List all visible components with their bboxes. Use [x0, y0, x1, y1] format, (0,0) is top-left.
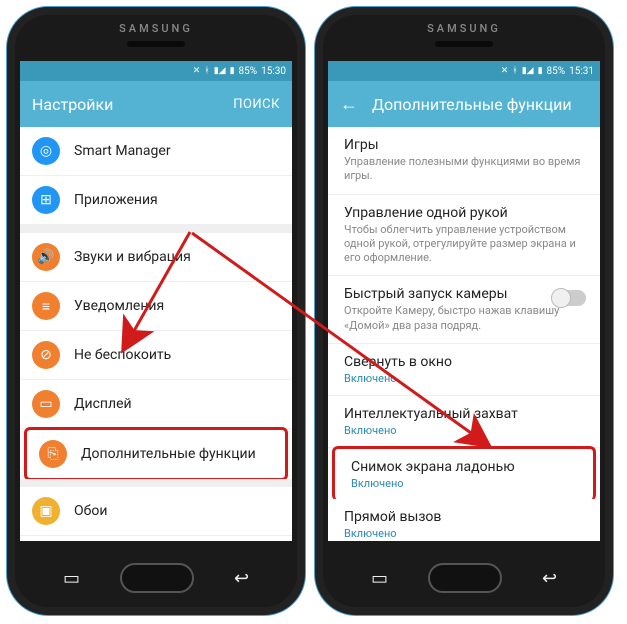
feature-item[interactable]: Интеллектуальный захват Включено	[328, 396, 600, 448]
feature-item[interactable]: Прямой вызов Включено	[328, 499, 600, 541]
status-bar: ✕ ᚼ ▮◢ ▮ 85% 15:31	[328, 61, 600, 81]
battery-icon: ▮	[538, 66, 543, 76]
settings-item-label: Приложения	[74, 192, 158, 208]
settings-item-label: Дополнительные функции	[81, 446, 256, 462]
settings-item[interactable]: ⎘ Дополнительные функции	[24, 427, 288, 481]
top-hardware: SAMSUNG	[315, 7, 613, 61]
battery-pct: 85%	[239, 66, 258, 77]
settings-item-label: Дисплей	[74, 396, 132, 412]
feature-description: Управление полезными функциями во время …	[344, 155, 584, 184]
status-bar: ✕ ᚼ ▮◢ ▮ 85% 15:30	[20, 61, 292, 81]
toggle-switch[interactable]	[552, 290, 586, 306]
category-icon: ⊞	[32, 186, 60, 214]
feature-title: Игры	[344, 137, 584, 153]
brand-label: SAMSUNG	[427, 22, 501, 35]
settings-item[interactable]: ◧Темы	[20, 536, 292, 541]
feature-description: Чтобы облегчить управление устройством о…	[344, 223, 584, 266]
clock: 15:30	[261, 66, 286, 77]
feature-title: Свернуть в окно	[344, 354, 584, 370]
speaker-grille	[435, 41, 493, 47]
feature-status: Включено	[344, 527, 584, 540]
recents-button[interactable]: ▭	[63, 568, 80, 589]
feature-item[interactable]: Свернуть в окно Включено	[328, 344, 600, 396]
home-button[interactable]	[428, 563, 502, 593]
feature-description: Откройте Камеру, быстро нажав клавишу «Д…	[344, 304, 584, 333]
feature-title: Интеллектуальный захват	[344, 406, 584, 422]
feature-status: Включено	[344, 424, 584, 437]
bluetooth-icon: ᚼ	[512, 66, 517, 76]
settings-item-label: Не беспокоить	[74, 347, 171, 363]
settings-list[interactable]: ◎ Smart Manager ⊞ Приложения 🔊 Звуки и вибрац…	[20, 127, 292, 541]
category-icon: 🔊	[32, 243, 60, 271]
page-title: Настройки	[32, 95, 233, 114]
clock: 15:31	[569, 66, 594, 77]
feature-title: Снимок экрана ладонью	[351, 459, 577, 475]
feature-item[interactable]: Игры Управление полезными функциями во вр…	[328, 127, 600, 195]
screen-right: ✕ ᚼ ▮◢ ▮ 85% 15:31 ← Дополнительные функ…	[328, 61, 600, 541]
category-icon: ⎘	[39, 440, 67, 468]
category-icon: ◎	[32, 137, 60, 165]
back-button[interactable]: ↩	[542, 568, 557, 589]
phone-right: SAMSUNG ✕ ᚼ ▮◢ ▮ 85% 15:31 ← Дополнитель…	[314, 6, 614, 616]
phone-left: SAMSUNG ✕ ᚼ ▮◢ ▮ 85% 15:30 Настройки ПОИ…	[6, 6, 306, 616]
category-icon: ▣	[32, 497, 60, 525]
category-icon: ⊘	[32, 341, 60, 369]
battery-pct: 85%	[547, 66, 566, 77]
brand-label: SAMSUNG	[119, 22, 193, 35]
feature-item[interactable]: Снимок экрана ладонью Включено	[332, 446, 596, 501]
feature-item[interactable]: Управление одной рукой Чтобы облегчить уп…	[328, 195, 600, 277]
settings-item[interactable]: ⊞ Приложения	[20, 176, 292, 225]
category-icon: ▭	[32, 390, 60, 418]
feature-title: Управление одной рукой	[344, 205, 584, 221]
feature-list[interactable]: Игры Управление полезными функциями во вр…	[328, 127, 600, 541]
vibrate-icon: ✕	[193, 66, 201, 76]
battery-icon: ▮	[230, 66, 235, 76]
recents-button[interactable]: ▭	[371, 568, 388, 589]
app-bar: Настройки ПОИСК	[20, 81, 292, 127]
settings-item[interactable]: ▣ Обои	[20, 487, 292, 536]
settings-item[interactable]: 🔊 Звуки и вибрация	[20, 233, 292, 282]
feature-status: Включено	[344, 372, 584, 385]
nav-buttons: ▭ ↩	[7, 541, 305, 615]
vibrate-icon: ✕	[501, 66, 509, 76]
screen-left: ✕ ᚼ ▮◢ ▮ 85% 15:30 Настройки ПОИСК ◎ Smar…	[20, 61, 292, 541]
feature-title: Быстрый запуск камеры	[344, 286, 584, 302]
feature-item[interactable]: Быстрый запуск камеры Откройте Камеру, бы…	[328, 276, 600, 344]
signal-icon: ▮◢	[522, 66, 534, 76]
speaker-grille	[127, 41, 185, 47]
home-button[interactable]	[120, 563, 194, 593]
settings-item-label: Smart Manager	[74, 143, 171, 159]
bluetooth-icon: ᚼ	[204, 66, 209, 76]
search-action[interactable]: ПОИСК	[233, 97, 280, 112]
back-arrow-icon[interactable]: ←	[340, 94, 358, 115]
nav-buttons: ▭ ↩	[315, 541, 613, 615]
back-button[interactable]: ↩	[234, 568, 249, 589]
settings-item-label: Уведомления	[74, 298, 164, 314]
settings-item[interactable]: ⊘ Не беспокоить	[20, 331, 292, 380]
top-hardware: SAMSUNG	[7, 7, 305, 61]
signal-icon: ▮◢	[214, 66, 226, 76]
feature-title: Прямой вызов	[344, 509, 584, 525]
category-icon: ≡	[32, 292, 60, 320]
settings-item-label: Обои	[74, 503, 107, 519]
settings-item[interactable]: ▭ Дисплей	[20, 380, 292, 429]
app-bar: ← Дополнительные функции	[328, 81, 600, 127]
page-title: Дополнительные функции	[372, 95, 588, 114]
settings-item[interactable]: ≡ Уведомления	[20, 282, 292, 331]
feature-status: Включено	[351, 477, 577, 490]
settings-item[interactable]: ◎ Smart Manager	[20, 127, 292, 176]
settings-item-label: Звуки и вибрация	[74, 249, 191, 265]
